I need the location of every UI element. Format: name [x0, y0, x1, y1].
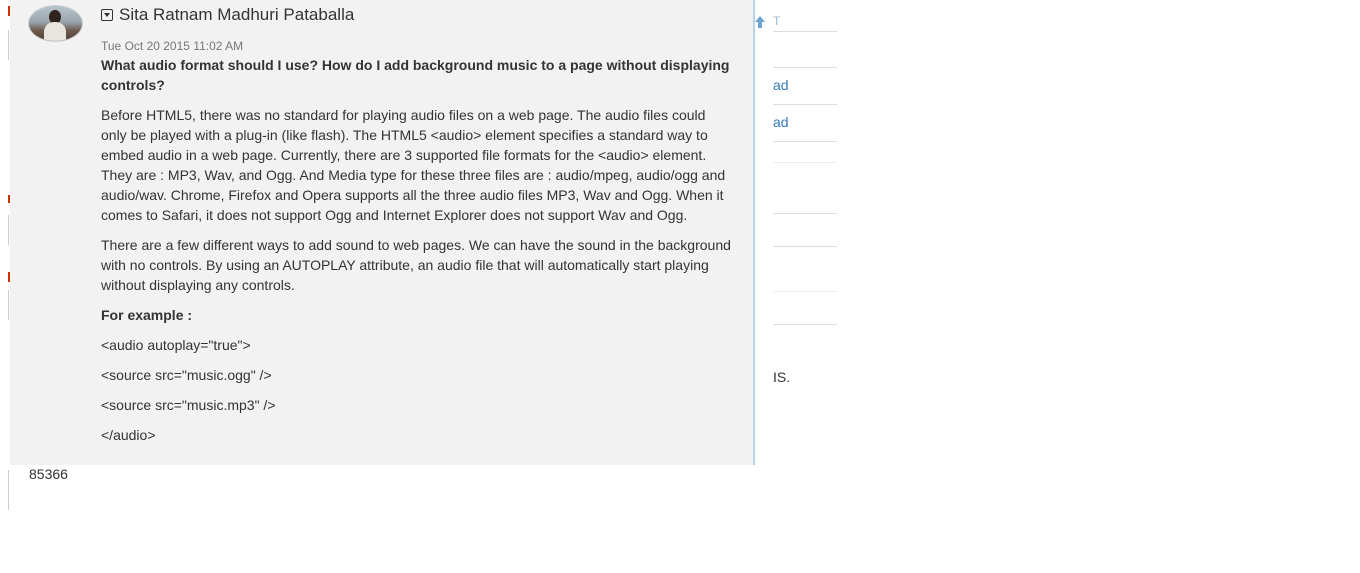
page: Sita Ratnam Madhuri Pataballa Tue Oct 20… — [0, 0, 1360, 573]
author-name[interactable]: Sita Ratnam Madhuri Pataballa — [119, 5, 354, 25]
divider — [773, 141, 837, 142]
example-label: For example : — [101, 307, 193, 323]
divider — [773, 324, 837, 325]
edge-line — [8, 290, 9, 320]
post-timestamp: Tue Oct 20 2015 11:02 AM — [101, 39, 244, 53]
divider — [773, 31, 837, 32]
avatar-body — [44, 22, 66, 41]
post-id: 85366 — [29, 466, 68, 482]
author-row: Sita Ratnam Madhuri Pataballa — [101, 5, 354, 25]
code-line: <source src="music.ogg" /> — [101, 367, 272, 383]
sidebar-link[interactable]: ad — [773, 114, 789, 130]
sidebar-link[interactable]: ad — [773, 77, 789, 93]
code-line: <audio autoplay="true"> — [101, 337, 251, 353]
post-paragraph: Before HTML5, there was no standard for … — [101, 107, 726, 223]
edge-line — [8, 470, 9, 510]
sidebar-tiny-text: T — [773, 14, 781, 28]
divider — [773, 246, 837, 247]
post-paragraph: There are a few different ways to add so… — [101, 237, 731, 293]
edge-line — [8, 215, 9, 245]
divider — [773, 67, 837, 68]
divider — [773, 213, 837, 214]
post-content: What audio format should I use? How do I… — [101, 55, 731, 455]
user-avatar[interactable] — [28, 5, 83, 42]
divider — [773, 291, 837, 292]
divider — [773, 162, 837, 163]
sidebar-text: IS. — [773, 369, 791, 385]
post-question: What audio format should I use? How do I… — [101, 57, 730, 93]
arrow-up-icon[interactable] — [753, 14, 767, 30]
right-sidebar: T ad ad IS. — [773, 0, 837, 400]
post-card: Sita Ratnam Madhuri Pataballa Tue Oct 20… — [10, 0, 755, 465]
divider — [773, 104, 837, 105]
collapse-toggle-icon[interactable] — [101, 9, 113, 21]
code-line: <source src="music.mp3" /> — [101, 397, 276, 413]
edge-line — [8, 30, 9, 60]
code-line: </audio> — [101, 427, 156, 443]
